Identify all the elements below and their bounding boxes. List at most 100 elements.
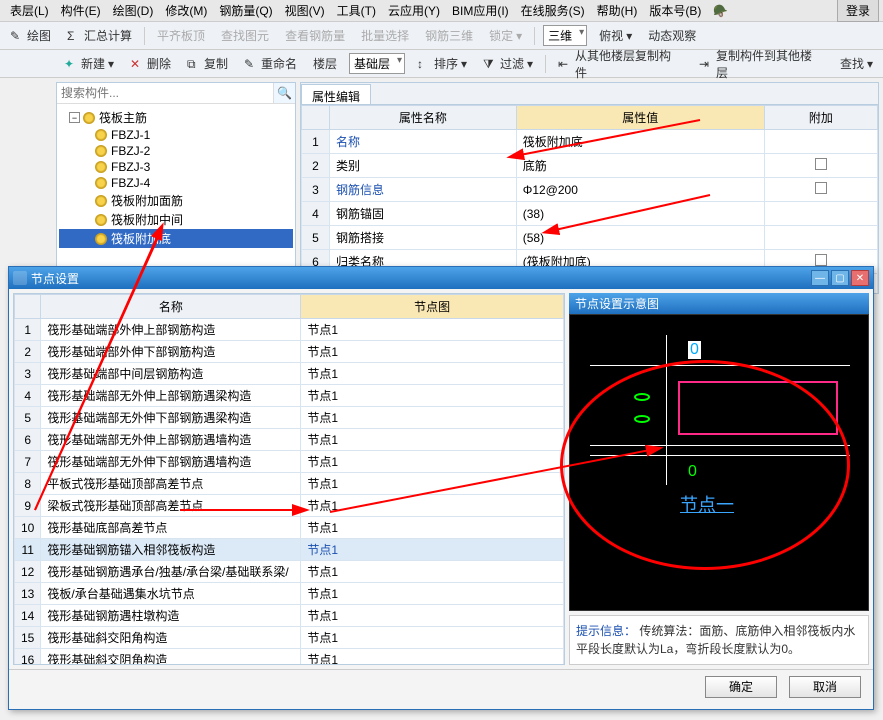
property-row[interactable]: 4钢筋锚固(38) [302,202,878,226]
node-image[interactable]: 节点1 [301,385,564,407]
menu-item[interactable]: 在线服务(S) [515,0,591,21]
tree-item[interactable]: 筏板附加底 [59,229,293,248]
node-image[interactable]: 节点1 [301,517,564,539]
node-image[interactable]: 节点1 [301,451,564,473]
menu-item[interactable]: 版本号(B) [643,0,707,21]
checkbox[interactable] [815,158,827,170]
node-row[interactable]: 2筏形基础端部外伸下部钢筋构造节点1 [15,341,564,363]
orbit-button[interactable]: 动态观察 [644,25,700,46]
node-row[interactable]: 14筏形基础钢筋遇柱墩构造节点1 [15,605,564,627]
menu-item[interactable]: 绘图(D) [107,0,160,21]
node-image[interactable]: 节点1 [301,561,564,583]
property-row[interactable]: 3钢筋信息Φ12@200 [302,178,878,202]
filter-button[interactable]: ⧩过滤 ▾ [479,53,537,74]
node-image[interactable]: 节点1 [301,495,564,517]
prop-value[interactable]: (38) [516,202,764,226]
node-image[interactable]: 节点1 [301,341,564,363]
node-row[interactable]: 10筏形基础底部高差节点节点1 [15,517,564,539]
sort-button[interactable]: ↕排序 ▾ [413,53,471,74]
batch-select-button[interactable]: 批量选择 [357,25,413,46]
node-image[interactable]: 节点1 [301,649,564,666]
copy-from-button[interactable]: ⇤从其他楼层复制构件 [554,45,687,83]
tree-item[interactable]: FBZJ-1 [59,127,293,143]
node-image[interactable]: 节点1 [301,583,564,605]
checkbox[interactable] [815,254,827,266]
menu-item[interactable]: 工具(T) [331,0,382,21]
tab-property-edit[interactable]: 属性编辑 [301,84,371,104]
prop-extra[interactable] [764,178,877,202]
node-image[interactable]: 节点1 [301,319,564,341]
collapse-icon[interactable]: − [69,112,80,123]
menu-item[interactable]: 构件(E) [55,0,107,21]
node-row[interactable]: 1筏形基础端部外伸上部钢筋构造节点1 [15,319,564,341]
prop-extra[interactable] [764,202,877,226]
node-row[interactable]: 5筏形基础端部无外伸下部钢筋遇梁构造节点1 [15,407,564,429]
menu-item[interactable]: 表层(L) [4,0,55,21]
close-button[interactable]: ✕ [851,270,869,286]
ok-button[interactable]: 确定 [705,676,777,698]
property-row[interactable]: 2类别底筋 [302,154,878,178]
menu-item[interactable]: 修改(M) [159,0,213,21]
find-button[interactable]: 查找 ▾ [836,53,877,74]
prop-value[interactable]: 筏板附加底 [516,130,764,154]
property-row[interactable]: 1名称筏板附加底 [302,130,878,154]
property-row[interactable]: 5钢筋搭接(58) [302,226,878,250]
node-row[interactable]: 11筏形基础钢筋锚入相邻筏板构造节点1 [15,539,564,561]
prop-extra[interactable] [764,130,877,154]
lock-button[interactable]: 锁定 ▾ [485,25,526,46]
prop-extra[interactable] [764,226,877,250]
menu-item[interactable]: 钢筋量(Q) [213,0,278,21]
node-row[interactable]: 15筏形基础斜交阳角构造节点1 [15,627,564,649]
floor-dropdown[interactable]: 基础层 [349,53,405,74]
tree-item[interactable]: FBZJ-2 [59,143,293,159]
draw-button[interactable]: ✎绘图 [6,25,55,46]
rename-button[interactable]: ✎重命名 [240,53,301,74]
tree-item[interactable]: 筏板附加面筋 [59,191,293,210]
search-input[interactable] [57,83,273,103]
sum-button[interactable]: Σ汇总计算 [63,25,136,46]
node-row[interactable]: 16筏形基础斜交阴角构造节点1 [15,649,564,666]
checkbox[interactable] [815,182,827,194]
flat-top-button[interactable]: 平齐板顶 [153,25,209,46]
menu-item[interactable]: BIM应用(I) [446,0,515,21]
tree-item[interactable]: FBZJ-4 [59,175,293,191]
view-rebar-button[interactable]: 查看钢筋量 [281,25,349,46]
tree-item[interactable]: FBZJ-3 [59,159,293,175]
node-image[interactable]: 节点1 [301,363,564,385]
prop-value[interactable]: Φ12@200 [516,178,764,202]
node-image[interactable]: 节点1 [301,429,564,451]
node-row[interactable]: 6筏形基础端部无外伸上部钢筋遇墙构造节点1 [15,429,564,451]
node-row[interactable]: 7筏形基础端部无外伸下部钢筋遇墙构造节点1 [15,451,564,473]
node-image[interactable]: 节点1 [301,407,564,429]
node-row[interactable]: 4筏形基础端部无外伸上部钢筋遇梁构造节点1 [15,385,564,407]
tree-item[interactable]: 筏板附加中间 [59,210,293,229]
copy-button[interactable]: ⧉复制 [183,53,232,74]
node-image[interactable]: 节点1 [301,539,564,561]
node-row[interactable]: 8平板式筏形基础顶部高差节点节点1 [15,473,564,495]
dialog-titlebar[interactable]: 节点设置 — ▢ ✕ [9,267,873,289]
node-image[interactable]: 节点1 [301,473,564,495]
view-3d-dropdown[interactable]: 三维 [543,25,587,46]
rebar-3d-button[interactable]: 钢筋三维 [421,25,477,46]
node-row[interactable]: 12筏形基础钢筋遇承台/独基/承台梁/基础联系梁/节点1 [15,561,564,583]
menu-item[interactable]: 视图(V) [279,0,331,21]
delete-button[interactable]: ✕删除 [126,53,175,74]
menu-item[interactable]: 帮助(H) [591,0,644,21]
cancel-button[interactable]: 取消 [789,676,861,698]
search-button[interactable]: 🔍 [273,83,295,103]
login-button[interactable]: 登录 [837,0,879,22]
menu-item[interactable]: 云应用(Y) [382,0,446,21]
node-row[interactable]: 9梁板式筏形基础顶部高差节点节点1 [15,495,564,517]
prop-extra[interactable] [764,154,877,178]
node-image[interactable]: 节点1 [301,605,564,627]
helmet-icon[interactable]: 🪖 [707,2,734,20]
prop-value[interactable]: (58) [516,226,764,250]
perspective-button[interactable]: 俯视 ▾ [595,25,636,46]
new-button[interactable]: ✦新建 ▾ [60,53,118,74]
minimize-button[interactable]: — [811,270,829,286]
find-element-button[interactable]: 查找图元 [217,25,273,46]
maximize-button[interactable]: ▢ [831,270,849,286]
node-image[interactable]: 节点1 [301,627,564,649]
tree-root[interactable]: − 筏板主筋 [59,108,293,127]
node-row[interactable]: 13筏板/承台基础遇集水坑节点节点1 [15,583,564,605]
